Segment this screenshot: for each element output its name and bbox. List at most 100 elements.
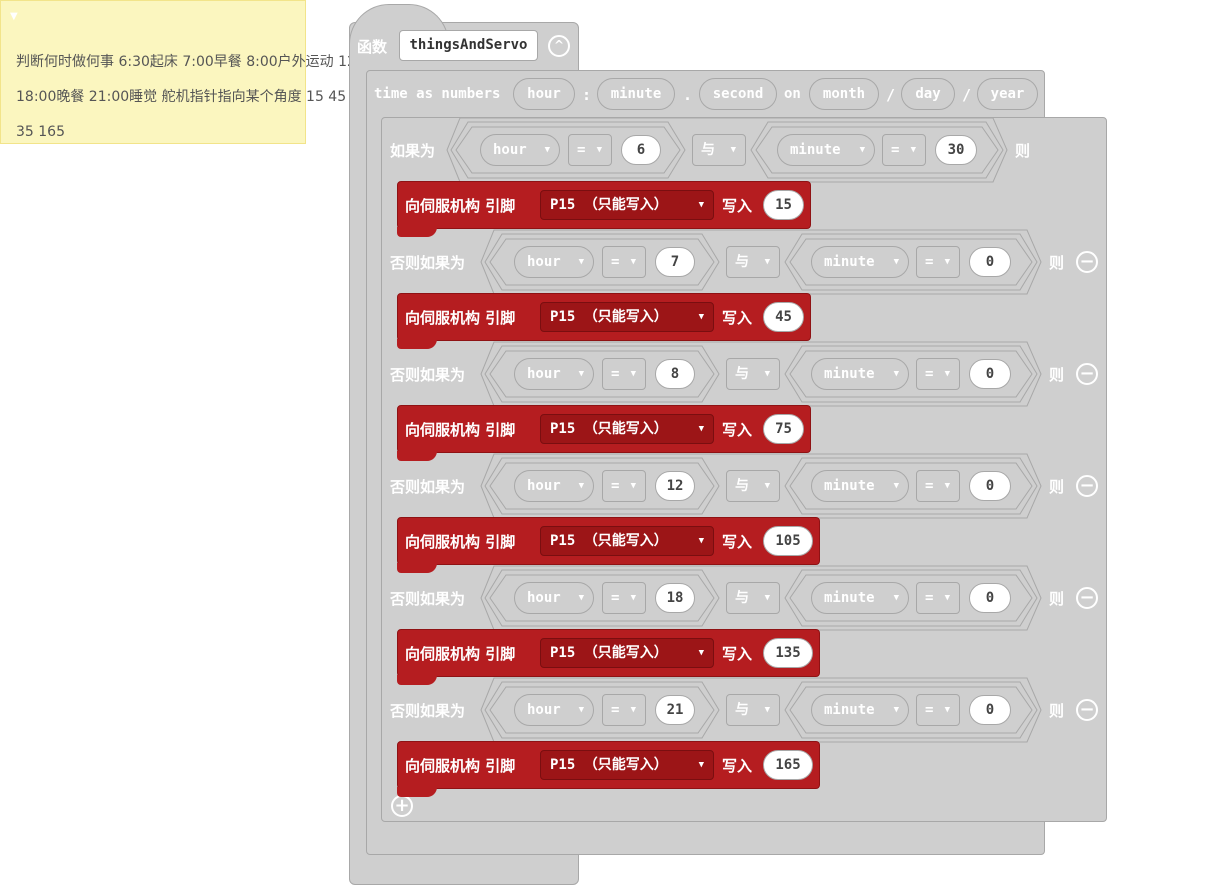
write-label: 写入 (722, 757, 753, 775)
servo-value-input[interactable]: 15 (763, 190, 804, 220)
eq-operator-dropdown[interactable]: = ▼ (882, 134, 926, 166)
servo-value-input[interactable]: 165 (763, 750, 813, 780)
caret-down-icon[interactable]: ▼ (10, 11, 18, 22)
then-label: 则 (1049, 478, 1065, 496)
var-year[interactable]: year (977, 78, 1038, 110)
eq-operator-dropdown[interactable]: = ▼ (916, 694, 960, 726)
minus-circle-icon[interactable]: − (1076, 699, 1098, 721)
eq-operator-dropdown[interactable]: = ▼ (602, 694, 646, 726)
eq-operator-dropdown[interactable]: = ▼ (916, 358, 960, 390)
eq-operator-dropdown[interactable]: = ▼ (568, 134, 612, 166)
pin-dropdown[interactable]: P15 （只能写入） ▼ (540, 414, 714, 444)
servo-value-input[interactable]: 135 (763, 638, 813, 668)
and-operator-dropdown[interactable]: 与 ▼ (726, 246, 780, 278)
servo-label: 向伺服机构 引脚 (405, 421, 516, 439)
and-operator-dropdown[interactable]: 与 ▼ (726, 694, 780, 726)
then-label: 则 (1015, 142, 1031, 160)
slash-label-2: / (962, 86, 972, 104)
chevron-up-circle-icon[interactable]: ^ (548, 35, 570, 57)
minute-value-input[interactable]: 0 (969, 359, 1011, 389)
hour-dropdown[interactable]: hour ▼ (514, 246, 594, 278)
hour-dropdown[interactable]: hour ▼ (480, 134, 560, 166)
pin-dropdown[interactable]: P15 （只能写入） ▼ (540, 638, 714, 668)
var-day[interactable]: day (901, 78, 955, 110)
minute-dropdown[interactable]: minute ▼ (777, 134, 875, 166)
servo-label: 向伺服机构 引脚 (405, 533, 516, 551)
var-minute[interactable]: minute (597, 78, 675, 110)
servo-block-notch (397, 227, 437, 237)
servo-block-notch (397, 787, 437, 797)
hour-value-input[interactable]: 6 (621, 135, 661, 165)
function-name-field[interactable]: thingsAndServo (399, 30, 538, 61)
servo-block-notch (397, 339, 437, 349)
minute-value-input[interactable]: 0 (969, 695, 1011, 725)
else-if-label: 否则如果为 (390, 366, 466, 384)
minute-value-input[interactable]: 0 (969, 471, 1011, 501)
hour-value-input[interactable]: 12 (655, 471, 695, 501)
servo-label: 向伺服机构 引脚 (405, 645, 516, 663)
and-operator-dropdown[interactable]: 与 ▼ (726, 358, 780, 390)
pin-dropdown[interactable]: P15 （只能写入） ▼ (540, 302, 714, 332)
minus-circle-icon[interactable]: − (1076, 363, 1098, 385)
function-label: 函数 (357, 38, 388, 56)
hour-value-input[interactable]: 18 (655, 583, 695, 613)
minus-circle-icon[interactable]: − (1076, 475, 1098, 497)
servo-value-input[interactable]: 75 (763, 414, 804, 444)
minute-value-input[interactable]: 0 (969, 247, 1011, 277)
write-label: 写入 (722, 533, 753, 551)
servo-label: 向伺服机构 引脚 (405, 309, 516, 327)
and-operator-dropdown[interactable]: 与 ▼ (726, 582, 780, 614)
plus-circle-icon[interactable]: + (391, 795, 413, 817)
var-hour[interactable]: hour (513, 78, 575, 110)
pin-dropdown[interactable]: P15 （只能写入） ▼ (540, 190, 714, 220)
servo-block-notch (397, 563, 437, 573)
servo-label: 向伺服机构 引脚 (405, 197, 516, 215)
hour-value-input[interactable]: 8 (655, 359, 695, 389)
servo-block-notch (397, 675, 437, 685)
eq-operator-dropdown[interactable]: = ▼ (602, 246, 646, 278)
pin-dropdown[interactable]: P15 （只能写入） ▼ (540, 526, 714, 556)
write-label: 写入 (722, 197, 753, 215)
hour-value-input[interactable]: 21 (655, 695, 695, 725)
minute-value-input[interactable]: 30 (935, 135, 977, 165)
eq-operator-dropdown[interactable]: = ▼ (602, 470, 646, 502)
then-label: 则 (1049, 702, 1065, 720)
and-operator-dropdown[interactable]: 与 ▼ (726, 470, 780, 502)
minute-value-input[interactable]: 0 (969, 583, 1011, 613)
hour-dropdown[interactable]: hour ▼ (514, 358, 594, 390)
minus-circle-icon[interactable]: − (1076, 587, 1098, 609)
write-label: 写入 (722, 309, 753, 327)
minute-dropdown[interactable]: minute ▼ (811, 694, 909, 726)
servo-value-input[interactable]: 45 (763, 302, 804, 332)
servo-label: 向伺服机构 引脚 (405, 757, 516, 775)
var-month[interactable]: month (809, 78, 879, 110)
else-if-label: 否则如果为 (390, 702, 466, 720)
time-label: time as numbers (374, 86, 501, 102)
comment-bubble[interactable]: ▼ 判断何时做何事 6:30起床 7:00早餐 8:00户外运动 12:00午餐… (0, 0, 413, 144)
dot-label: . (683, 86, 693, 104)
then-label: 则 (1049, 590, 1065, 608)
eq-operator-dropdown[interactable]: = ▼ (602, 358, 646, 390)
eq-operator-dropdown[interactable]: = ▼ (602, 582, 646, 614)
hour-value-input[interactable]: 7 (655, 247, 695, 277)
write-label: 写入 (722, 645, 753, 663)
hour-dropdown[interactable]: hour ▼ (514, 694, 594, 726)
else-if-label: 否则如果为 (390, 590, 466, 608)
hour-dropdown[interactable]: hour ▼ (514, 470, 594, 502)
eq-operator-dropdown[interactable]: = ▼ (916, 582, 960, 614)
hour-dropdown[interactable]: hour ▼ (514, 582, 594, 614)
eq-operator-dropdown[interactable]: = ▼ (916, 246, 960, 278)
minute-dropdown[interactable]: minute ▼ (811, 246, 909, 278)
write-label: 写入 (722, 421, 753, 439)
minute-dropdown[interactable]: minute ▼ (811, 582, 909, 614)
minus-circle-icon[interactable]: − (1076, 251, 1098, 273)
servo-value-input[interactable]: 105 (763, 526, 813, 556)
eq-operator-dropdown[interactable]: = ▼ (916, 470, 960, 502)
else-if-label: 否则如果为 (390, 254, 466, 272)
and-operator-dropdown[interactable]: 与 ▼ (692, 134, 746, 166)
var-second[interactable]: second (699, 78, 777, 110)
minute-dropdown[interactable]: minute ▼ (811, 470, 909, 502)
minute-dropdown[interactable]: minute ▼ (811, 358, 909, 390)
pin-dropdown[interactable]: P15 （只能写入） ▼ (540, 750, 714, 780)
then-label: 则 (1049, 254, 1065, 272)
